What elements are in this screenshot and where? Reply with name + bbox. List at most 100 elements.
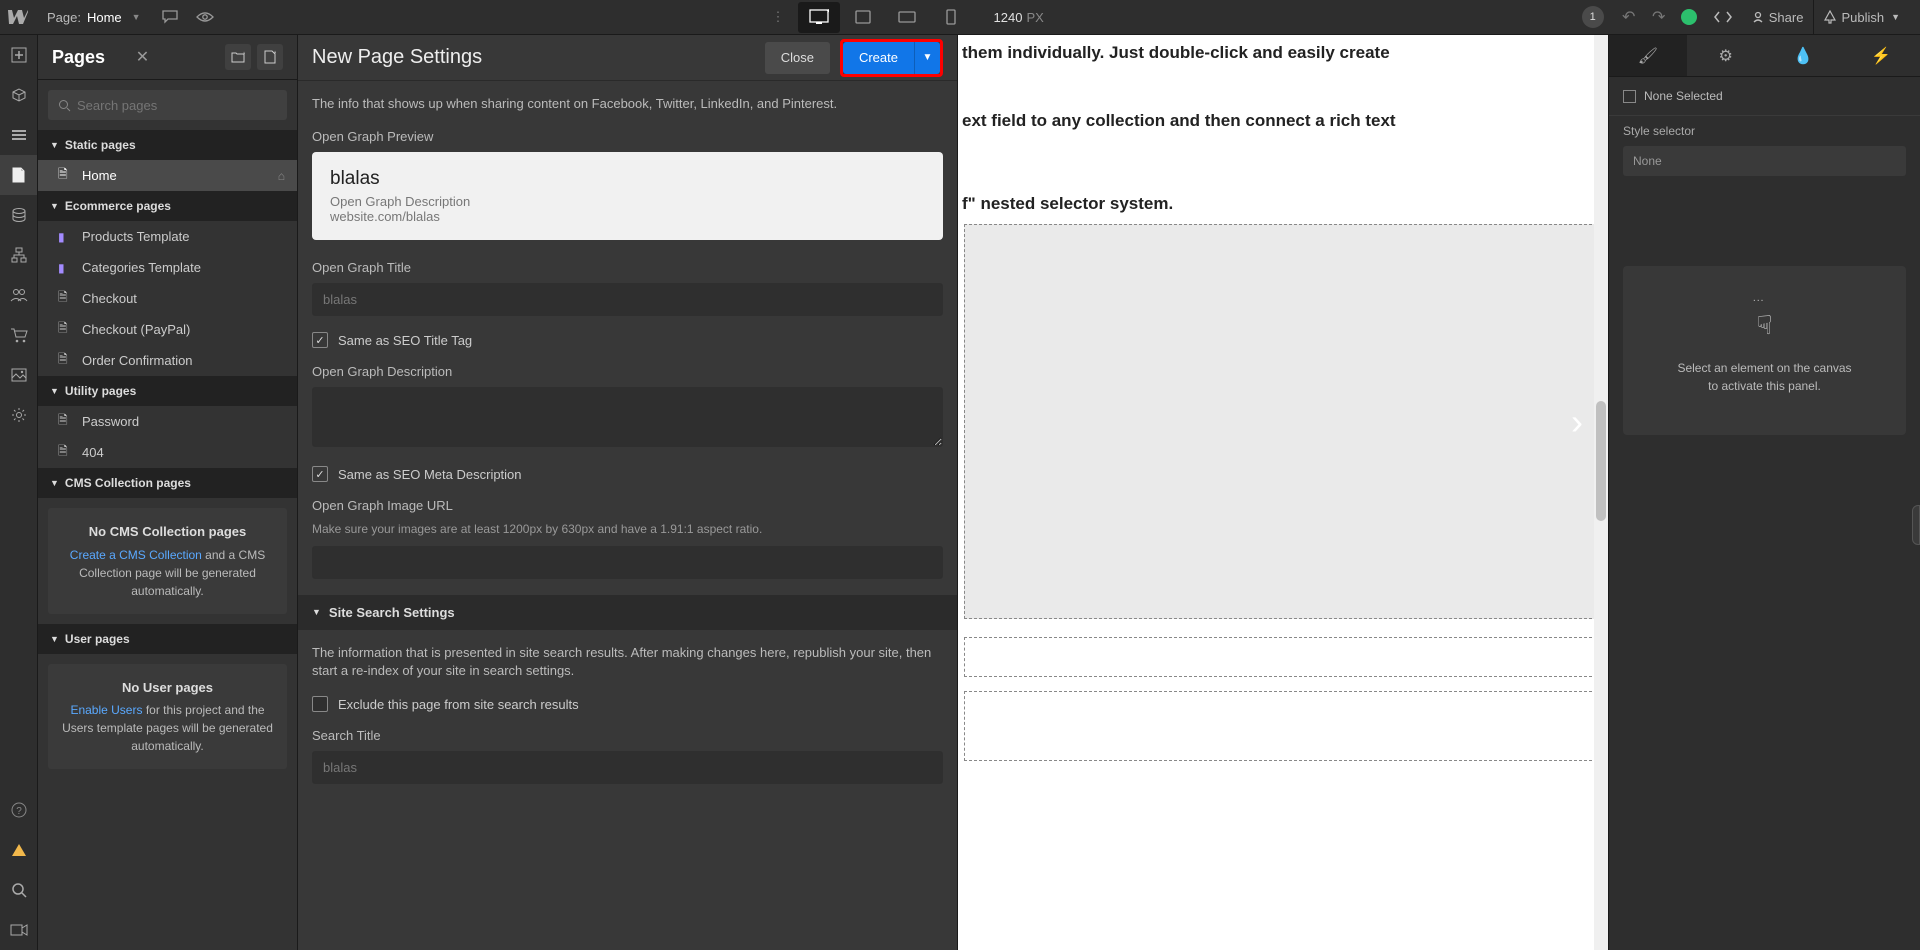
page-crumb[interactable]: Page: Home ▼ (35, 10, 153, 25)
page-item-checkout[interactable]: 🗎Checkout (38, 283, 297, 314)
users-icon[interactable] (0, 275, 37, 315)
page-file-icon: 🗎 (58, 165, 72, 186)
side-handle[interactable] (1912, 505, 1920, 545)
navigator-icon[interactable] (0, 115, 37, 155)
home-icon: ⌂ (278, 169, 285, 183)
video-icon[interactable] (0, 910, 37, 950)
gear-icon: ⚙ (1718, 46, 1732, 66)
svg-text:+: + (242, 51, 245, 58)
enable-users-link[interactable]: Enable Users (70, 703, 142, 717)
og-image-label: Open Graph Image URL (312, 498, 943, 513)
page-item-order-confirmation[interactable]: 🗎Order Confirmation (38, 345, 297, 376)
og-title-label: Open Graph Title (312, 260, 943, 275)
canvas-width[interactable]: 1240PX (994, 10, 1044, 25)
search-title-input[interactable] (312, 751, 943, 784)
canvas-text-3: f" nested selector system. (962, 190, 1604, 218)
og-desc-label: Open Graph Description (312, 364, 943, 379)
exclude-search-label: Exclude this page from site search resul… (338, 697, 579, 712)
og-image-hint: Make sure your images are at least 1200p… (312, 521, 943, 538)
brush-icon: 🖌 (1638, 46, 1658, 66)
preview-icon[interactable] (188, 0, 223, 35)
same-seo-meta-checkbox[interactable] (312, 466, 328, 482)
assets-icon[interactable] (0, 355, 37, 395)
droplet-icon: 💧 (1793, 46, 1813, 66)
create-cms-link[interactable]: Create a CMS Collection (70, 548, 202, 562)
site-search-section-toggle[interactable]: ▼ Site Search Settings (298, 595, 957, 630)
new-page-icon[interactable]: + (257, 44, 283, 70)
close-icon[interactable]: ✕ (136, 47, 149, 67)
svg-text:★: ★ (826, 9, 829, 15)
create-button[interactable]: Create (843, 42, 914, 74)
og-preview-card: blalas Open Graph Description website.co… (312, 152, 943, 240)
cms-icon[interactable] (0, 195, 37, 235)
page-item-products-template[interactable]: ▮Products Template (38, 221, 297, 252)
style-selector-dropdown[interactable]: None (1623, 146, 1906, 176)
page-file-icon: 🗎 (58, 411, 72, 432)
template-icon: ▮ (58, 261, 72, 275)
search-title-label: Search Title (312, 728, 943, 743)
publish-button[interactable]: Publish ▼ (1813, 0, 1910, 35)
style-panel-placeholder: ☟ Select an element on the canvas to act… (1623, 266, 1906, 435)
components-icon[interactable] (0, 75, 37, 115)
og-title-input[interactable] (312, 283, 943, 316)
new-folder-icon[interactable]: + (225, 44, 251, 70)
breakpoint-desktop[interactable]: ★ (798, 2, 840, 33)
ecommerce-icon[interactable] (0, 315, 37, 355)
breakpoint-tablet[interactable] (842, 2, 884, 33)
og-intro-text: The info that shows up when sharing cont… (312, 95, 943, 113)
svg-text:?: ? (16, 806, 22, 817)
create-dropdown-button[interactable]: ▼ (914, 42, 940, 74)
breakpoint-landscape[interactable] (886, 2, 928, 33)
style-tab[interactable]: 🖌 (1609, 35, 1687, 76)
element-settings-tab[interactable]: ⚙ (1687, 35, 1765, 76)
bolt-icon: ⚡ (1871, 46, 1891, 66)
canvas-text-1: them individually. Just double-click and… (962, 39, 1604, 67)
changes-badge[interactable]: 1 (1582, 6, 1604, 28)
og-image-input[interactable] (312, 546, 943, 579)
settings-gear-icon[interactable] (0, 395, 37, 435)
breakpoint-mobile[interactable] (930, 2, 972, 33)
section-user-pages[interactable]: ▼User pages (38, 624, 297, 654)
style-selector-label: Style selector (1609, 116, 1920, 146)
page-item-404[interactable]: 🗎404 (38, 437, 297, 468)
page-item-categories-template[interactable]: ▮Categories Template (38, 252, 297, 283)
undo-icon[interactable]: ↶ (1614, 7, 1644, 27)
section-cms-pages[interactable]: ▼CMS Collection pages (38, 468, 297, 498)
section-utility-pages[interactable]: ▼Utility pages (38, 376, 297, 406)
style-manager-tab[interactable]: 💧 (1765, 35, 1843, 76)
page-item-checkout-paypal[interactable]: 🗎Checkout (PayPal) (38, 314, 297, 345)
canvas-text-2: ext field to any collection and then con… (962, 107, 1604, 135)
webflow-logo[interactable] (0, 0, 35, 35)
page-item-password[interactable]: 🗎Password (38, 406, 297, 437)
export-code-icon[interactable] (1704, 0, 1742, 35)
canvas-scrollbar[interactable] (1594, 35, 1608, 950)
chevron-down-icon: ▼ (923, 52, 933, 63)
page-file-icon: 🗎 (58, 350, 72, 371)
search-icon[interactable] (0, 870, 37, 910)
page-item-home[interactable]: 🗎 Home ⌂ (38, 160, 297, 191)
share-button[interactable]: Share (1742, 0, 1814, 35)
same-seo-title-label: Same as SEO Title Tag (338, 333, 472, 348)
exclude-search-checkbox[interactable] (312, 696, 328, 712)
og-preview-label: Open Graph Preview (312, 129, 943, 144)
redo-icon[interactable]: ↷ (1644, 7, 1674, 27)
user-empty-box: No User pages Enable Users for this proj… (48, 664, 287, 770)
audit-icon[interactable] (0, 830, 37, 870)
help-icon[interactable]: ? (0, 790, 37, 830)
pages-panel-title: Pages (52, 47, 128, 68)
section-ecommerce-pages[interactable]: ▼Ecommerce pages (38, 191, 297, 221)
close-button[interactable]: Close (765, 42, 830, 74)
add-element-icon[interactable] (0, 35, 37, 75)
interactions-tab[interactable]: ⚡ (1842, 35, 1920, 76)
design-canvas[interactable]: them individually. Just double-click and… (958, 35, 1608, 950)
logic-icon[interactable] (0, 235, 37, 275)
search-pages-input[interactable] (48, 90, 287, 120)
carousel-next-icon[interactable]: › (1571, 401, 1583, 443)
comments-icon[interactable] (153, 0, 188, 35)
same-seo-meta-label: Same as SEO Meta Description (338, 467, 522, 482)
same-seo-title-checkbox[interactable] (312, 332, 328, 348)
section-static-pages[interactable]: ▼Static pages (38, 130, 297, 160)
pages-icon[interactable] (0, 155, 37, 195)
og-desc-textarea[interactable] (312, 387, 943, 447)
more-vertical-icon[interactable]: ⋮ (761, 0, 796, 35)
